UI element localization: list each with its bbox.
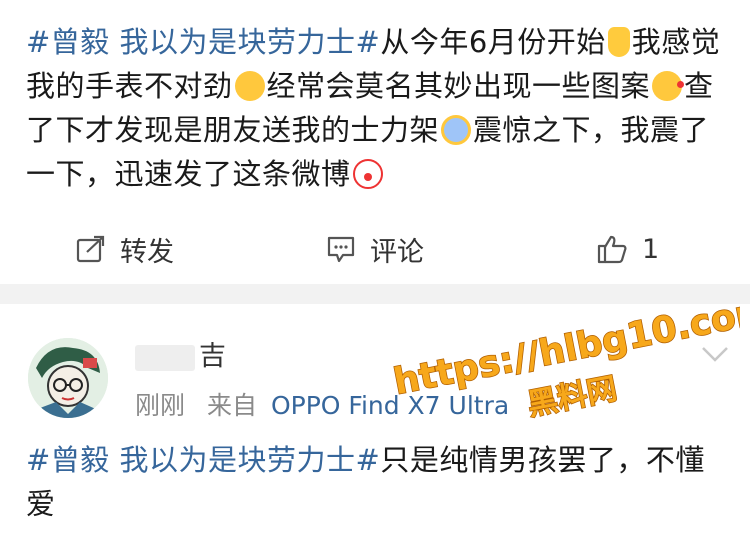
comment-label: 评论 — [370, 236, 424, 268]
pointing-up-icon — [607, 27, 630, 57]
feed-divider — [0, 284, 750, 304]
kiss-face-icon — [652, 71, 685, 101]
chevron-down-icon[interactable] — [700, 344, 730, 364]
post-action-bar: 转发 评论 1 — [0, 224, 750, 274]
username[interactable]: 吉 — [135, 334, 226, 373]
clown-face-icon — [352, 159, 383, 189]
post-body: #曾毅 我以为是块劳力士#从今年6月份开始 我感觉我的手表不对劲 经常会莫名其妙出现… — [26, 20, 726, 196]
post-card: 吉 刚刚 来自 OPPO Find X7 Ultra #曾毅 我以为是块劳力士#… — [0, 304, 750, 541]
post-time: 刚刚 — [135, 391, 186, 420]
hashtag-link[interactable]: #曾毅 我以为是块劳力士# — [26, 443, 380, 477]
like-count: 1 — [642, 233, 660, 265]
repost-button[interactable]: 转发 — [76, 230, 174, 269]
like-icon — [597, 235, 627, 264]
username-redacted — [135, 344, 195, 371]
avatar[interactable] — [28, 338, 108, 418]
repost-icon — [76, 235, 105, 263]
post-source[interactable]: OPPO Find X7 Ultra — [271, 391, 509, 420]
username-suffix: 吉 — [199, 341, 226, 372]
comment-icon — [327, 236, 355, 263]
comment-button[interactable]: 评论 — [326, 230, 424, 269]
post-text-segment: 经常会莫名其妙出现一些图案 — [266, 69, 651, 103]
post-body: #曾毅 我以为是块劳力士#只是纯情男孩罢了，不懂爱 — [26, 438, 726, 526]
like-button[interactable]: 1 — [596, 234, 659, 265]
scream-face-icon — [441, 115, 472, 145]
from-label: 来自 — [206, 391, 257, 420]
repost-label: 转发 — [120, 236, 174, 268]
post-text-segment: 从今年6月份开始 — [380, 25, 606, 59]
confounded-face-icon — [234, 71, 265, 101]
hashtag-link[interactable]: #曾毅 我以为是块劳力士# — [26, 25, 380, 59]
avatar-illustration — [28, 338, 108, 418]
post-meta: 刚刚 来自 OPPO Find X7 Ultra — [135, 386, 509, 422]
